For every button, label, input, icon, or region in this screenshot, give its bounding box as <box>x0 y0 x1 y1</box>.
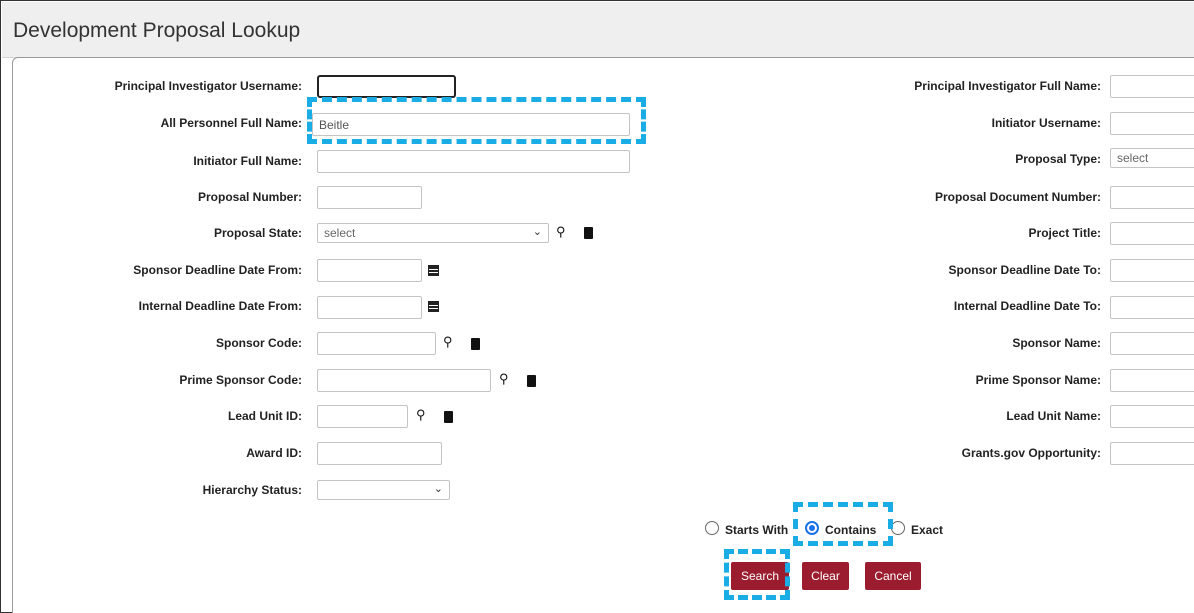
proposal-document-number-input[interactable] <box>1110 186 1194 209</box>
proposal-document-number-label: Proposal Document Number: <box>934 190 1101 204</box>
page-title: Development Proposal Lookup <box>13 19 301 42</box>
hierarchy-status-select[interactable]: ⌄ <box>317 480 450 500</box>
book-icon[interactable] <box>471 338 480 350</box>
contains-label: Contains <box>825 523 877 537</box>
search-icon[interactable]: ⚲ <box>499 371 509 387</box>
sponsor-name-input[interactable] <box>1110 332 1194 355</box>
internal-deadline-from-label: Internal Deadline Date From: <box>138 299 302 313</box>
grants-gov-opportunity-input[interactable] <box>1110 442 1194 465</box>
sponsor-code-input[interactable] <box>317 332 436 355</box>
sponsor-deadline-to-label: Sponsor Deadline Date To: <box>948 263 1101 277</box>
pi-username-label: Principal Investigator Username: <box>114 79 302 93</box>
proposal-state-select[interactable]: select ⌄ <box>317 223 549 243</box>
initiator-username-label: Initiator Username: <box>991 116 1101 130</box>
exact-label: Exact <box>911 523 944 537</box>
project-title-label: Project Title: <box>1028 226 1101 240</box>
chevron-down-icon: ⌄ <box>433 483 443 495</box>
sponsor-name-label: Sponsor Name: <box>1012 336 1101 350</box>
internal-deadline-from-input[interactable] <box>317 296 422 319</box>
lead-unit-name-input[interactable] <box>1110 405 1194 428</box>
award-id-input[interactable] <box>317 442 442 465</box>
hierarchy-status-label: Hierarchy Status: <box>202 483 302 497</box>
prime-sponsor-name-label: Prime Sponsor Name: <box>975 373 1101 387</box>
clear-button[interactable]: Clear <box>802 562 849 590</box>
starts-with-label: Starts With <box>725 523 789 537</box>
prime-sponsor-name-input[interactable] <box>1110 369 1194 392</box>
calendar-icon[interactable] <box>428 265 439 276</box>
page-header: Development Proposal Lookup <box>2 2 1194 58</box>
lead-unit-id-label: Lead Unit ID: <box>228 409 302 423</box>
internal-deadline-to-label: Internal Deadline Date To: <box>953 299 1101 313</box>
proposal-state-label: Proposal State: <box>213 226 302 240</box>
search-icon[interactable]: ⚲ <box>443 334 453 350</box>
sponsor-deadline-from-input[interactable] <box>317 259 422 282</box>
initiator-full-name-input[interactable] <box>317 150 630 173</box>
proposal-number-input[interactable] <box>317 186 422 209</box>
award-id-label: Award ID: <box>246 446 302 460</box>
book-icon[interactable] <box>527 375 536 387</box>
book-icon[interactable] <box>584 227 593 239</box>
lead-unit-name-label: Lead Unit Name: <box>1006 409 1101 423</box>
pi-full-name-input[interactable] <box>1110 75 1194 98</box>
sponsor-deadline-to-input[interactable] <box>1110 259 1194 282</box>
sponsor-deadline-from-label: Sponsor Deadline Date From: <box>133 263 302 277</box>
search-criteria-panel <box>12 57 1194 613</box>
search-button[interactable]: Search <box>731 562 789 590</box>
prime-sponsor-code-input[interactable] <box>317 369 491 392</box>
all-personnel-full-name-input[interactable] <box>312 113 630 136</box>
pi-username-input[interactable] <box>317 75 456 98</box>
search-icon[interactable]: ⚲ <box>416 407 426 423</box>
starts-with-radio[interactable] <box>705 521 719 535</box>
chevron-down-icon: ⌄ <box>532 226 542 238</box>
cancel-button[interactable]: Cancel <box>865 562 921 590</box>
proposal-state-value: select <box>324 226 356 240</box>
proposal-number-label: Proposal Number: <box>197 190 302 204</box>
initiator-full-name-label: Initiator Full Name: <box>193 154 302 168</box>
contains-radio[interactable] <box>805 521 819 535</box>
all-personnel-full-name-label: All Personnel Full Name: <box>160 116 302 130</box>
pi-full-name-label: Principal Investigator Full Name: <box>914 79 1101 93</box>
lead-unit-id-input[interactable] <box>317 405 408 428</box>
project-title-input[interactable] <box>1110 222 1194 245</box>
proposal-type-select[interactable]: select <box>1110 148 1194 168</box>
exact-radio[interactable] <box>891 521 905 535</box>
book-icon[interactable] <box>444 411 453 423</box>
search-icon[interactable]: ⚲ <box>556 224 566 240</box>
proposal-type-label: Proposal Type: <box>1015 152 1101 166</box>
sponsor-code-label: Sponsor Code: <box>216 336 302 350</box>
initiator-username-input[interactable] <box>1110 112 1194 135</box>
prime-sponsor-code-label: Prime Sponsor Code: <box>179 373 302 387</box>
proposal-type-value: select <box>1117 151 1149 165</box>
internal-deadline-to-input[interactable] <box>1110 296 1194 319</box>
calendar-icon[interactable] <box>428 301 439 312</box>
grants-gov-opportunity-label: Grants.gov Opportunity: <box>961 446 1101 460</box>
